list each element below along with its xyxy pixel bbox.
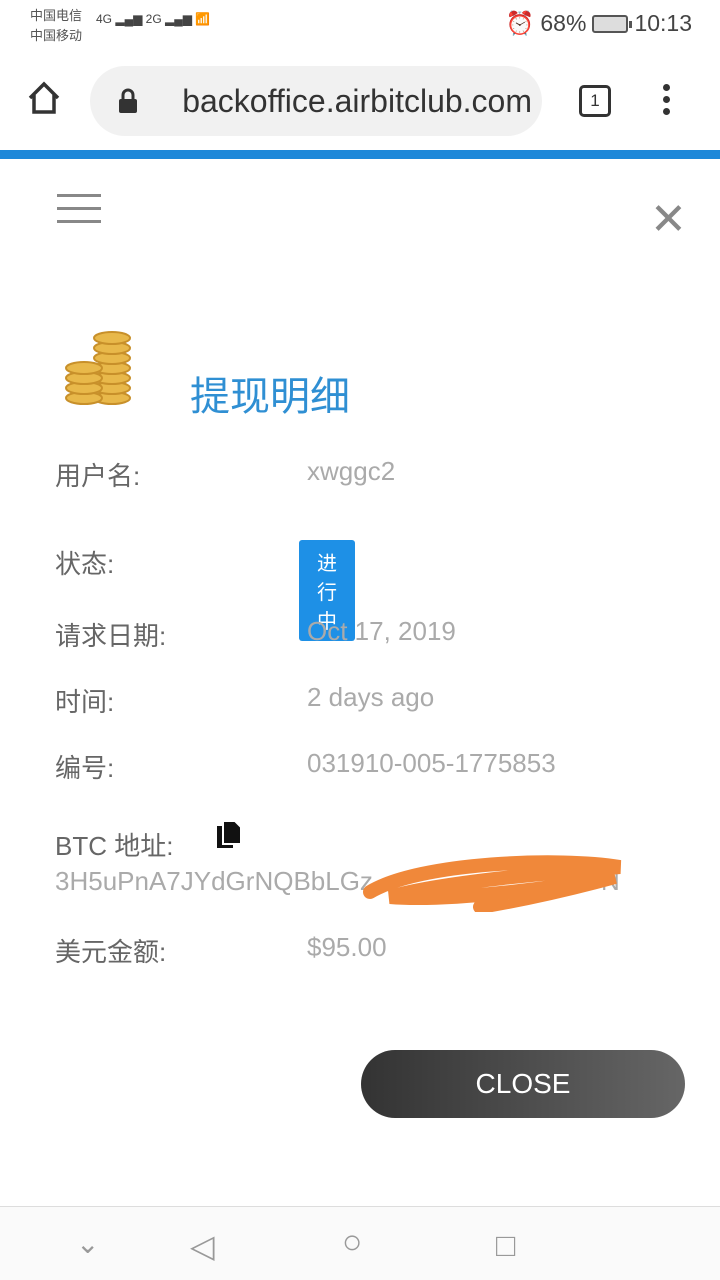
carrier-1: 中国电信 (30, 8, 83, 23)
redaction-scribble (363, 855, 622, 912)
site-header-bar (0, 150, 720, 159)
lock-icon (119, 88, 137, 113)
home-icon[interactable] (26, 80, 62, 116)
field-value: Oct 17, 2019 (307, 616, 456, 646)
clock: 10:13 (634, 10, 692, 36)
field-label: 用户名: (55, 461, 141, 491)
close-button[interactable]: CLOSE (361, 1050, 685, 1118)
field-value: 2 days ago (307, 682, 435, 712)
recents-icon[interactable]: □ (496, 1227, 515, 1264)
more-menu-icon[interactable] (663, 84, 671, 120)
address-bar[interactable]: backoffice.airbitclub.com (90, 66, 542, 136)
carrier-2: 中国移动 (30, 28, 83, 43)
back-icon[interactable]: ◁ (190, 1227, 215, 1265)
url-text: backoffice.airbitclub.com (182, 82, 532, 119)
wifi-icon: 📶 (195, 12, 211, 26)
field-label: BTC 地址: (55, 831, 174, 861)
chevron-down-icon[interactable]: ⌄ (76, 1227, 99, 1260)
field-label: 请求日期: (55, 621, 167, 651)
battery-icon (592, 14, 633, 33)
field-value: xwggc2 (307, 456, 396, 486)
alarm-icon: ⏰ (505, 10, 535, 36)
network-type-2: 2G (145, 12, 162, 26)
hamburger-menu-icon[interactable] (57, 194, 101, 233)
network-type-1: 4G (96, 12, 113, 26)
coins-icon (65, 331, 131, 405)
field-value: $95.00 (307, 932, 387, 962)
page-title: 提现明细 (190, 375, 350, 419)
field-label: 编号: (55, 753, 115, 783)
signal-icons: 4G ▂▄▆ 2G ▂▄▆ 📶 (96, 12, 211, 26)
carrier-info: 中国电信 中国移动 (30, 6, 82, 46)
copy-icon[interactable] (215, 820, 243, 850)
system-nav-bar: ⌄ ◁ ○ □ (0, 1206, 720, 1280)
close-icon[interactable]: ✕ (650, 198, 687, 242)
field-label: 美元金额: (55, 937, 167, 967)
status-bar: 中国电信中国移动 4G ▂▄▆ 2G ▂▄▆ 📶 ⏰ 68% 10:13 (0, 0, 720, 52)
home-nav-icon[interactable]: ○ (342, 1223, 363, 1262)
battery-percent: 68% (540, 10, 587, 36)
field-label: 时间: (55, 687, 115, 717)
tab-switcher-button[interactable]: 1 (579, 85, 611, 117)
browser-toolbar: backoffice.airbitclub.com 1 (0, 52, 720, 148)
address-start: 3H5uPnA7JYdGrNQBbLGz (55, 866, 373, 896)
field-value: 031910-005-1775853 (307, 748, 556, 778)
field-label: 状态: (55, 549, 115, 579)
